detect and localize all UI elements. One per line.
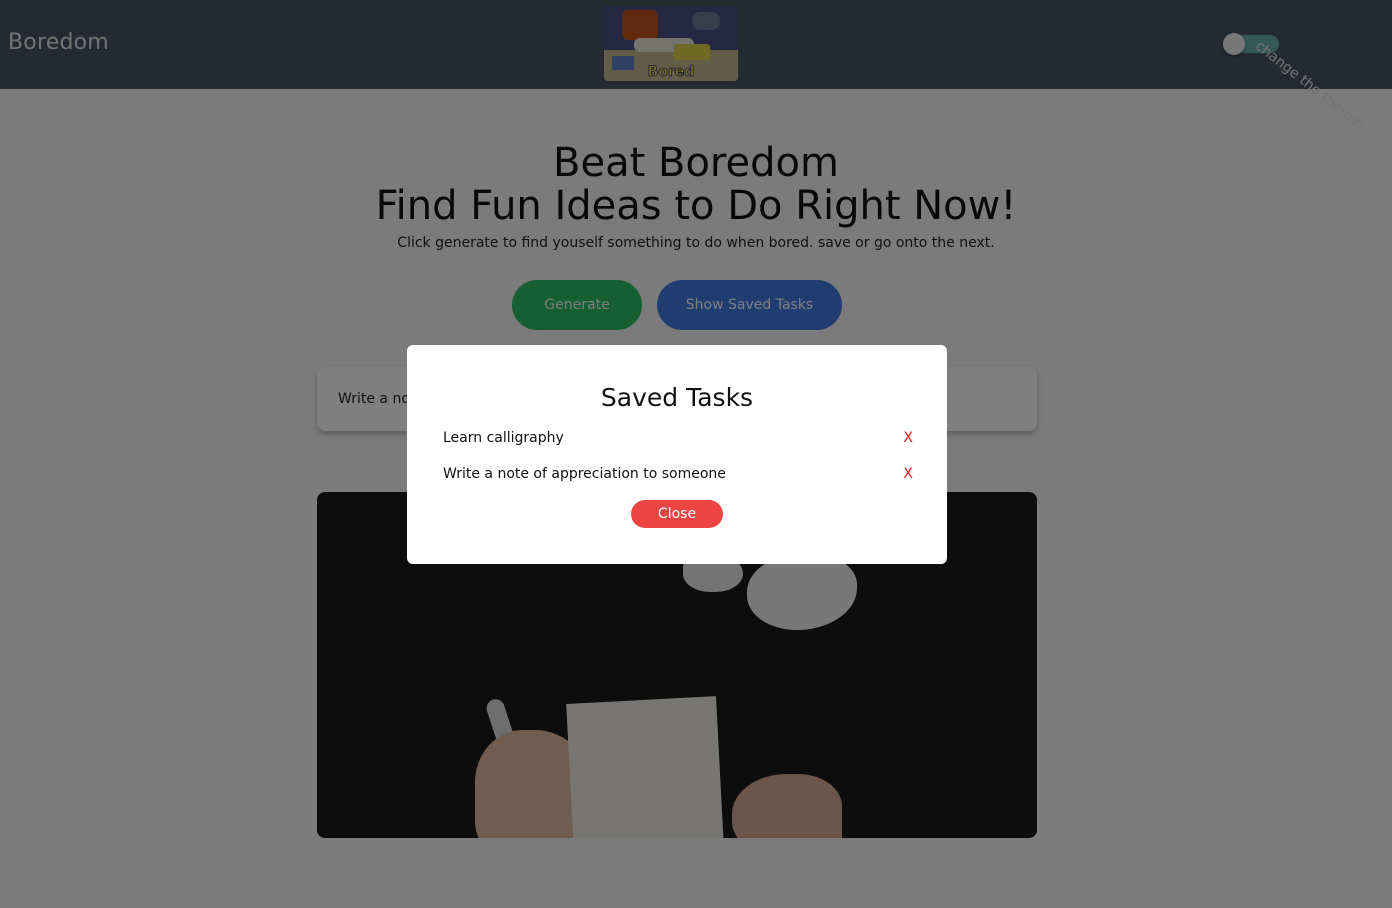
saved-task-label: Write a note of appreciation to someone: [443, 466, 726, 482]
saved-task-item: Learn calligraphy X: [443, 430, 913, 450]
modal-title: Saved Tasks: [600, 383, 754, 412]
close-button[interactable]: Close: [631, 500, 723, 528]
saved-task-label: Learn calligraphy: [443, 430, 564, 446]
remove-task-button[interactable]: X: [903, 466, 913, 482]
saved-tasks-modal: Saved Tasks Learn calligraphy X Write a …: [407, 345, 947, 564]
remove-task-button[interactable]: X: [903, 430, 913, 446]
saved-task-item: Write a note of appreciation to someone …: [443, 466, 913, 486]
